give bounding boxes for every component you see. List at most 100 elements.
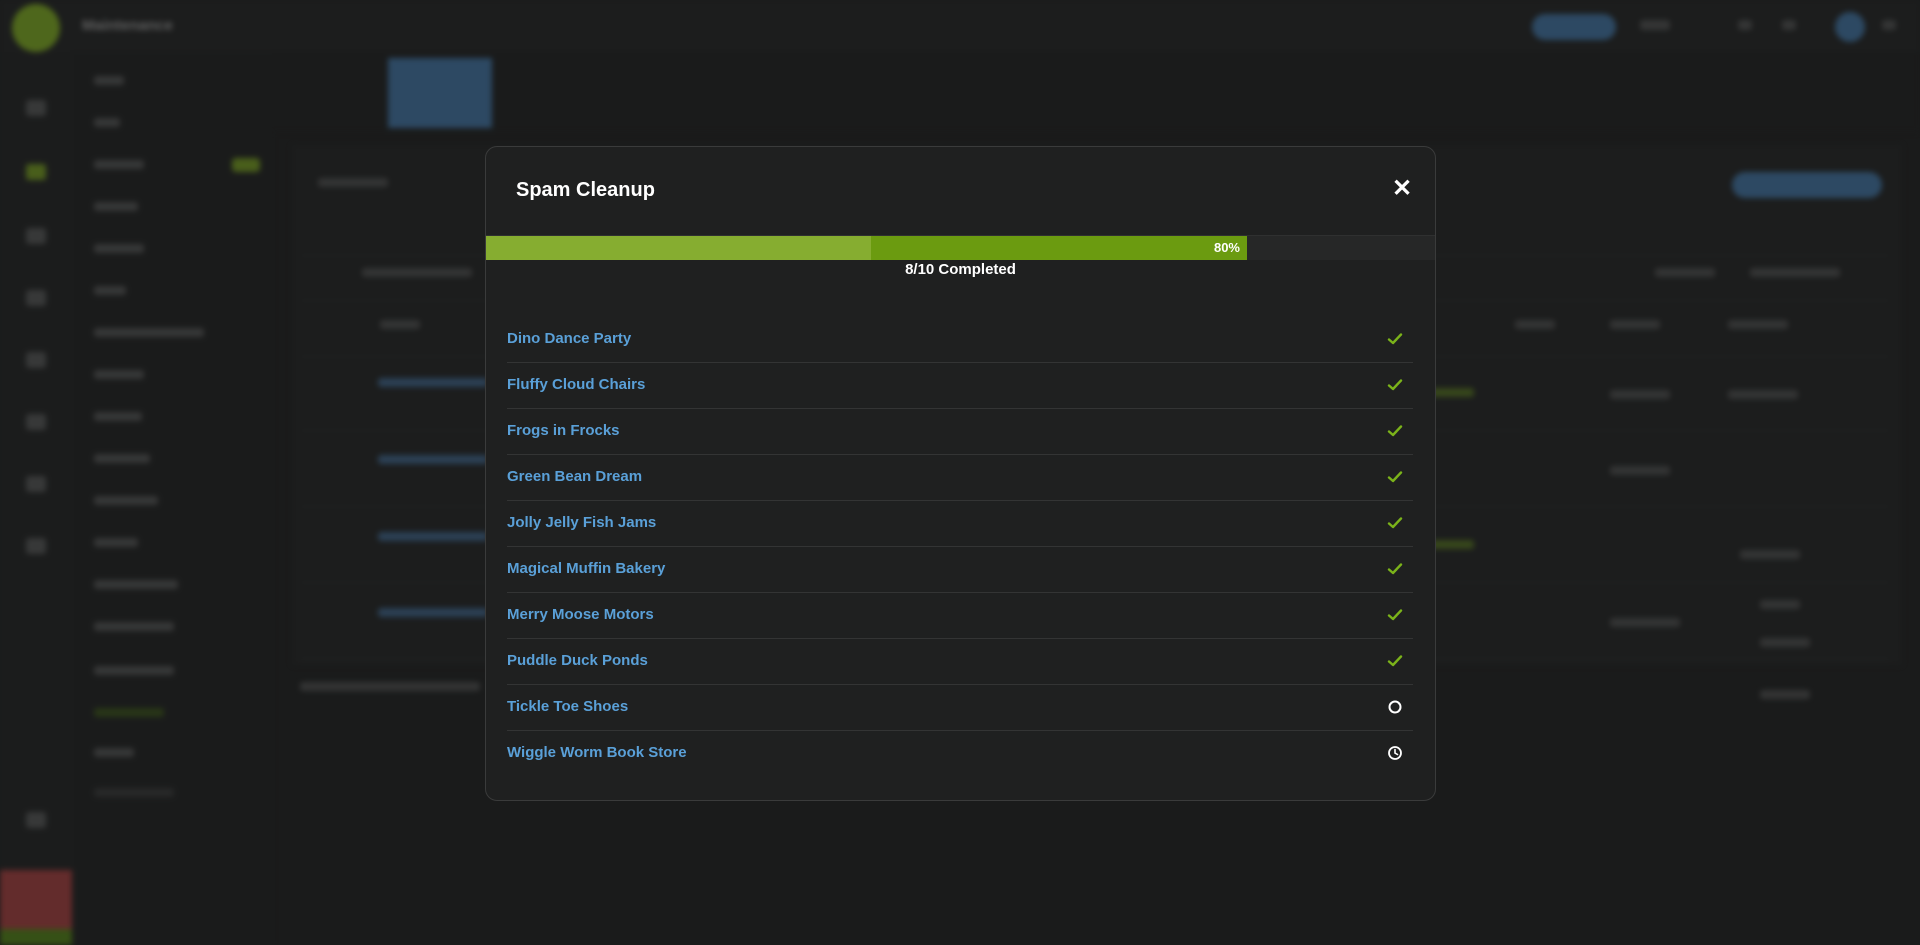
subnav-badge [232,158,260,172]
tab-active [388,58,492,128]
icon-rail [0,52,72,945]
item-name-link[interactable]: Magical Muffin Bakery [507,547,665,591]
list-item: Green Bean Dream [507,455,1413,501]
check-icon [1387,331,1403,347]
subnav-item [94,454,150,463]
subnav-item [94,202,138,211]
item-list: Dino Dance Party Fluffy Cloud Chairs Frogs… [507,317,1413,776]
item-name-link[interactable]: Green Bean Dream [507,455,642,499]
rail-icon [26,812,46,828]
item-name-link[interactable]: Frogs in Frocks [507,409,620,453]
item-name-link[interactable]: Fluffy Cloud Chairs [507,363,645,407]
bg-cell [1728,390,1798,399]
list-item: Jolly Jelly Fish Jams [507,501,1413,547]
top-menu-item [1640,20,1670,30]
subnav-item [94,666,174,675]
top-icon [1882,20,1896,30]
list-item: Fluffy Cloud Chairs [507,363,1413,409]
top-bar: Maintenance [0,0,1920,52]
spinner-icon [1387,699,1403,715]
check-icon [1387,607,1403,623]
item-name-link[interactable]: Merry Moose Motors [507,593,654,637]
subnav-item [94,286,126,295]
bg-cell [1760,600,1800,609]
subnav-item [94,708,164,717]
rail-icon [26,538,46,554]
check-icon [1387,515,1403,531]
bg-cell [1760,690,1810,699]
subnav-item [94,748,134,757]
subnav-item [94,622,174,631]
bg-cell [1610,618,1680,627]
subnav-item [94,118,120,127]
primary-button [1732,172,1882,198]
bg-cell [378,378,488,387]
check-icon [1387,653,1403,669]
close-icon[interactable]: ✕ [1391,177,1413,201]
item-name-link[interactable]: Tickle Toe Shoes [507,685,628,729]
subnav-item [94,76,124,85]
app-logo [12,4,60,52]
bg-cell [1740,550,1800,559]
subnav-item [94,580,178,589]
bg-cell [1430,388,1474,397]
list-item: Dino Dance Party [507,317,1413,363]
bg-cell [380,320,420,329]
subnav-item [94,496,158,505]
subnav-item [94,788,174,797]
rail-badge [0,870,72,945]
rail-icon [26,476,46,492]
list-item: Merry Moose Motors [507,593,1413,639]
rail-icon [26,414,46,430]
list-item: Frogs in Frocks [507,409,1413,455]
rail-icon [26,228,46,244]
subnav-item [94,160,144,169]
bg-cell [1750,268,1840,277]
tab-strip [272,52,1920,132]
rail-icon [26,290,46,306]
list-item: Tickle Toe Shoes [507,685,1413,731]
progress-completed-label: 8/10 Completed [905,261,1016,278]
rail-icon [26,100,46,116]
item-name-link[interactable]: Jolly Jelly Fish Jams [507,501,656,545]
bg-cell [1610,320,1660,329]
avatar [1835,12,1865,42]
bg-cell [378,532,488,541]
item-name-link[interactable]: Puddle Duck Ponds [507,639,648,683]
bg-cell [1760,638,1810,647]
progress-bar: 80% [486,235,1435,260]
subnav-item [94,370,144,379]
top-pill-button [1532,14,1616,40]
list-item: Puddle Duck Ponds [507,639,1413,685]
check-icon [1387,561,1403,577]
app-title: Maintenance [82,17,173,34]
subnav-item [94,244,144,253]
item-name-link[interactable]: Wiggle Worm Book Store [507,731,687,775]
check-icon [1387,423,1403,439]
bg-cell [300,682,480,691]
bg-cell [1430,540,1474,549]
subnav-item [94,412,142,421]
rail-icon [26,352,46,368]
subnav-item [94,538,138,547]
bg-cell [1515,320,1555,329]
list-item: Magical Muffin Bakery [507,547,1413,593]
bg-cell [1728,320,1788,329]
spam-cleanup-modal: Spam Cleanup ✕ 80% 8/10 Completed Dino D… [485,146,1436,801]
modal-title: Spam Cleanup [516,179,655,201]
bg-cell [378,455,488,464]
check-icon [1387,377,1403,393]
sub-navigation [72,52,272,945]
list-item: Wiggle Worm Book Store [507,731,1413,776]
item-name-link[interactable]: Dino Dance Party [507,317,631,361]
top-icon [1738,20,1752,30]
rail-icon-active [26,164,46,180]
tab-maintenance [280,58,384,128]
progress-percent-label: 80% [1213,240,1240,255]
bg-cell [362,268,472,277]
bg-cell [378,608,488,617]
bg-cell [1655,268,1715,277]
bg-cell [318,178,388,187]
top-icon [1782,20,1796,30]
check-icon [1387,469,1403,485]
